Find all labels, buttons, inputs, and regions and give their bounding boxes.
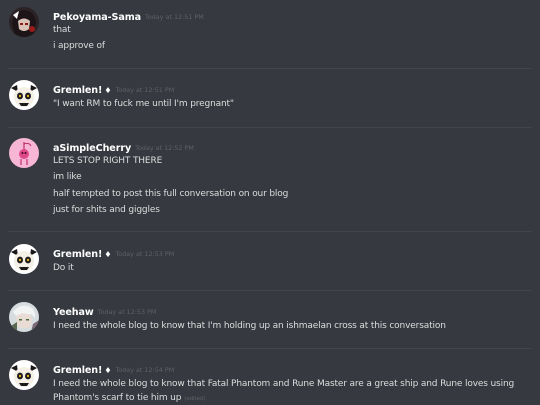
message-divider xyxy=(8,68,532,69)
message-text: half tempted to post this full conversat… xyxy=(53,189,289,199)
message-header: Gremlen! ♦ Today at 12:53 PM xyxy=(53,244,175,260)
message-header: Pekoyama-Sama Today at 12:51 PM xyxy=(53,7,204,23)
message-text: i approve of xyxy=(53,41,105,51)
avatar[interactable] xyxy=(9,360,39,390)
avatar[interactable] xyxy=(9,302,39,332)
avatar[interactable] xyxy=(9,80,39,110)
message-divider xyxy=(8,348,532,349)
timestamp: Today at 12:54 PM xyxy=(115,366,175,374)
username[interactable]: Yeehaw xyxy=(53,307,94,318)
avatar[interactable] xyxy=(9,138,39,168)
timestamp: Today at 12:53 PM xyxy=(115,250,175,258)
message-text: I need the whole blog to know that I'm h… xyxy=(53,321,446,331)
avatar[interactable] xyxy=(9,244,39,274)
message-text: just for shits and giggles xyxy=(53,205,160,215)
pink-cherry-avatar-icon xyxy=(9,138,39,168)
username[interactable]: Gremlen! xyxy=(53,249,102,260)
message-text-segment: Phantom's scarf to tie him up xyxy=(53,393,182,403)
message-text: Phantom's scarf to tie him up (edited) xyxy=(53,390,205,405)
message-divider xyxy=(8,231,532,232)
message-header: Gremlen! ♦ Today at 12:54 PM xyxy=(53,360,175,376)
message-header: aSimpleCherry Today at 12:52 PM xyxy=(53,138,194,154)
message-header: Yeehaw Today at 12:53 PM xyxy=(53,302,157,318)
message-text: "I want RM to fuck me until I'm pregnant… xyxy=(53,99,234,109)
edited-label: (edited) xyxy=(184,396,206,402)
message-text: Do it xyxy=(53,263,74,273)
message-divider xyxy=(8,127,532,128)
message-divider xyxy=(8,290,532,291)
skull-mask-avatar-icon xyxy=(9,244,39,274)
message-text: im like xyxy=(53,172,82,182)
avatar[interactable] xyxy=(9,7,39,37)
diamond-badge-icon: ♦ xyxy=(104,366,112,375)
message-header: Gremlen! ♦ Today at 12:51 PM xyxy=(53,80,175,96)
timestamp: Today at 12:51 PM xyxy=(115,86,175,94)
username[interactable]: Gremlen! xyxy=(53,85,102,96)
timestamp: Today at 12:53 PM xyxy=(97,308,157,316)
diamond-badge-icon: ♦ xyxy=(104,86,112,95)
skull-mask-avatar-icon xyxy=(9,80,39,110)
timestamp: Today at 12:51 PM xyxy=(145,13,204,21)
diamond-badge-icon: ♦ xyxy=(104,250,112,259)
message-text: that xyxy=(53,25,71,35)
timestamp: Today at 12:52 PM xyxy=(135,144,194,152)
dark-anime-avatar-icon xyxy=(9,7,39,37)
pale-character-avatar-icon xyxy=(9,302,39,332)
username[interactable]: Gremlen! xyxy=(53,365,102,376)
message-text: LETS STOP RIGHT THERE xyxy=(53,156,163,166)
skull-mask-avatar-icon xyxy=(9,360,39,390)
